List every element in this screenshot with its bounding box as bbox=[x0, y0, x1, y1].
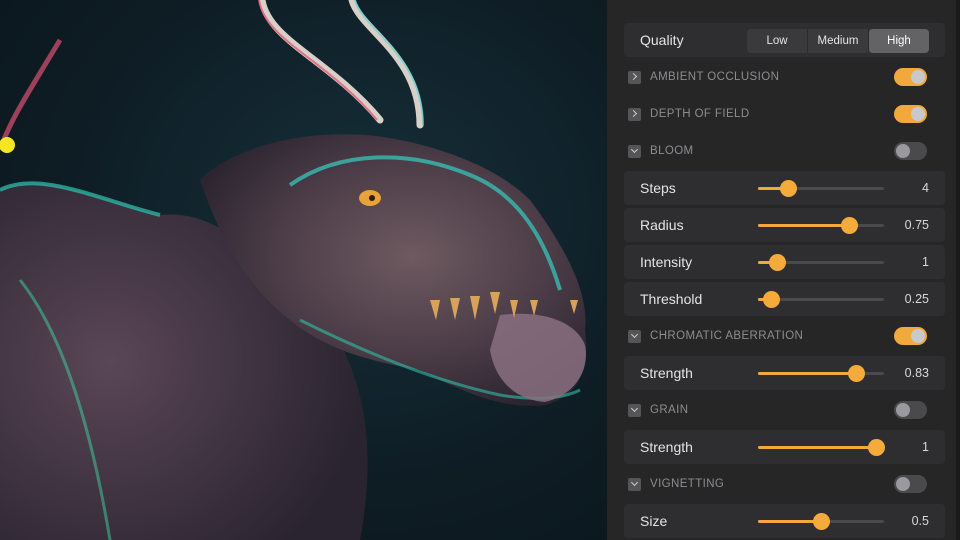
slider-value: 4 bbox=[922, 181, 929, 195]
section-vignetting[interactable]: VIGNETTING bbox=[624, 467, 945, 501]
slider-thumb[interactable] bbox=[840, 217, 858, 234]
row-label: AMBIENT OCCLUSION bbox=[650, 71, 780, 83]
slider-thumb[interactable] bbox=[848, 365, 866, 382]
row-quality: Quality Low Medium High bbox=[624, 23, 945, 57]
row-label: Size bbox=[640, 513, 668, 529]
slider-thumb[interactable] bbox=[762, 291, 780, 308]
slider-track[interactable] bbox=[758, 439, 886, 456]
slider-value: 0.25 bbox=[904, 292, 929, 306]
slider-value: 0.75 bbox=[904, 218, 929, 232]
slider-fill bbox=[758, 372, 857, 375]
row-strength: Strength 1 bbox=[624, 430, 945, 464]
toggle-switch[interactable] bbox=[894, 327, 927, 345]
row-label: CHROMATIC ABERRATION bbox=[650, 330, 804, 342]
slider-thumb[interactable] bbox=[768, 254, 786, 271]
slider-fill bbox=[758, 446, 877, 449]
post-processing-panel: Enabled Quality LowMediumHigh AMBIENT OCCLU… bbox=[607, 0, 960, 540]
chevron-down-icon[interactable] bbox=[628, 330, 641, 343]
slider-track[interactable] bbox=[758, 291, 884, 308]
slider-fill bbox=[758, 520, 821, 523]
toggle-knob bbox=[896, 144, 910, 158]
row-label: Steps bbox=[640, 180, 676, 196]
quality-segmented-control: Low Medium High bbox=[747, 29, 929, 53]
row-label: Intensity bbox=[640, 254, 693, 270]
section-bloom[interactable]: BLOOM bbox=[624, 134, 945, 168]
section-chromatic-aberration[interactable]: CHROMATIC ABERRATION bbox=[624, 319, 945, 353]
row-label: DEPTH OF FIELD bbox=[650, 108, 750, 120]
toggle-switch[interactable] bbox=[894, 475, 927, 493]
quality-option-low[interactable]: Low bbox=[747, 29, 808, 53]
chevron-down-icon[interactable] bbox=[628, 404, 641, 417]
slider-fill bbox=[758, 224, 849, 227]
slider-value: 1 bbox=[922, 255, 929, 269]
toggle-knob bbox=[896, 477, 910, 491]
row-label: Threshold bbox=[640, 291, 703, 307]
chevron-right-icon[interactable] bbox=[628, 71, 641, 84]
row-intensity: Intensity 1 bbox=[624, 245, 945, 279]
section-grain[interactable]: GRAIN bbox=[624, 393, 945, 427]
row-strength: Strength 0.83 bbox=[624, 356, 945, 390]
row-label: Enabled bbox=[650, 0, 695, 3]
toggle-switch[interactable] bbox=[894, 401, 927, 419]
row-label: Strength bbox=[640, 439, 693, 455]
row-enabled: Enabled bbox=[624, 0, 945, 20]
toggle-knob bbox=[896, 403, 910, 417]
slider-track[interactable] bbox=[758, 180, 884, 197]
slider-value: 1 bbox=[922, 440, 929, 454]
row-label: Radius bbox=[640, 217, 684, 233]
slider-track[interactable] bbox=[758, 365, 884, 382]
slider-track[interactable] bbox=[758, 254, 884, 271]
section-ambient-occlusion[interactable]: AMBIENT OCCLUSION bbox=[624, 60, 945, 94]
row-label: VIGNETTING bbox=[650, 478, 725, 490]
toggle-knob bbox=[911, 107, 925, 121]
toggle-switch[interactable] bbox=[894, 105, 927, 123]
row-label: GRAIN bbox=[650, 404, 689, 416]
chevron-down-icon[interactable] bbox=[628, 478, 641, 491]
panel-scrollbar[interactable] bbox=[956, 0, 960, 540]
row-label: Strength bbox=[640, 365, 693, 381]
toggle-switch[interactable] bbox=[894, 68, 927, 86]
quality-option-high[interactable]: High bbox=[869, 29, 929, 53]
slider-track[interactable] bbox=[758, 513, 884, 530]
toggle-switch[interactable] bbox=[894, 142, 927, 160]
slider-track[interactable] bbox=[758, 217, 884, 234]
row-label: Quality bbox=[640, 32, 684, 48]
toggle-knob bbox=[911, 329, 925, 343]
chevron-right-icon[interactable] bbox=[628, 108, 641, 121]
row-label: BLOOM bbox=[650, 145, 694, 157]
row-threshold: Threshold 0.25 bbox=[624, 282, 945, 316]
slider-value: 0.5 bbox=[911, 514, 929, 528]
dinosaur-render bbox=[0, 0, 587, 540]
chevron-down-icon[interactable] bbox=[628, 145, 641, 158]
render-viewport[interactable] bbox=[0, 0, 607, 540]
toggle-knob bbox=[911, 70, 925, 84]
quality-option-medium[interactable]: Medium bbox=[808, 29, 869, 53]
slider-thumb[interactable] bbox=[813, 513, 830, 530]
slider-value: 0.83 bbox=[904, 366, 929, 380]
slider-thumb[interactable] bbox=[868, 439, 886, 456]
section-depth-of-field[interactable]: DEPTH OF FIELD bbox=[624, 97, 945, 131]
row-steps: Steps 4 bbox=[624, 171, 945, 205]
row-radius: Radius 0.75 bbox=[624, 208, 945, 242]
slider-thumb[interactable] bbox=[780, 180, 798, 197]
row-size: Size 0.5 bbox=[624, 504, 945, 538]
